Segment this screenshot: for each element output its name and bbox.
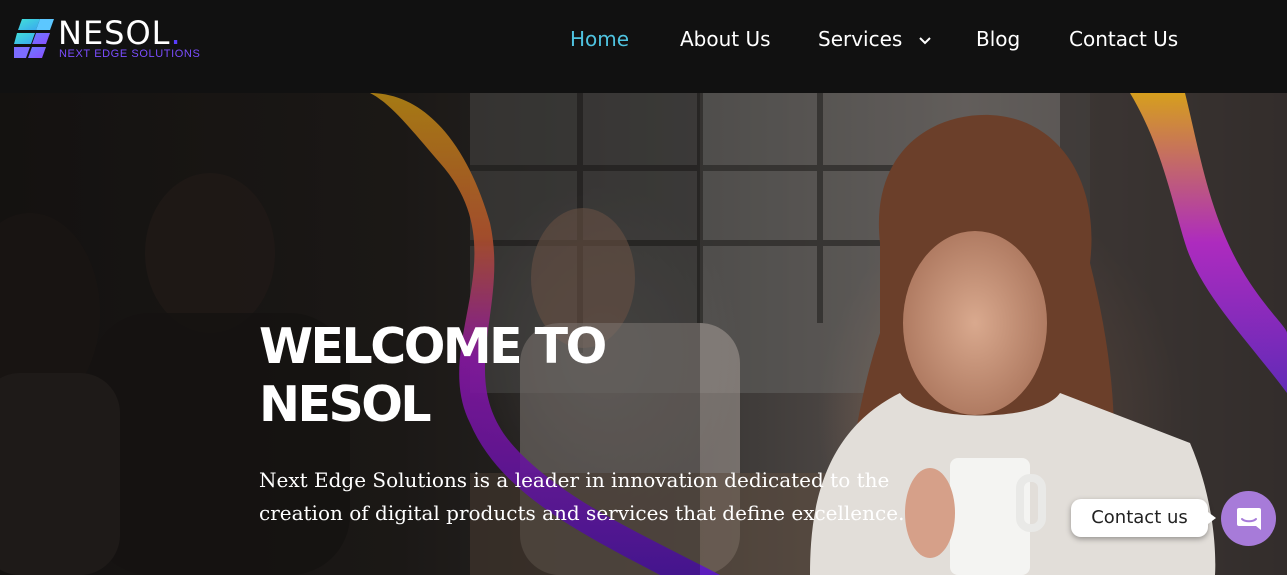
- hero-description: Next Edge Solutions is a leader in innov…: [259, 468, 905, 525]
- nav-item-blog[interactable]: Blog: [976, 27, 1020, 51]
- chevron-down-icon: [918, 36, 931, 44]
- nav-item-home[interactable]: Home: [570, 27, 629, 51]
- nav-item-contact-us[interactable]: Contact Us: [1069, 27, 1178, 51]
- nav-item-about-us[interactable]: About Us: [680, 27, 771, 51]
- chat-launcher-button[interactable]: [1221, 491, 1276, 546]
- brand-name: NESOL.: [58, 14, 182, 52]
- nav-item-services[interactable]: Services: [818, 27, 931, 51]
- brand-logo[interactable]: NESOL. NEXT EDGE SOLUTIONS: [14, 14, 214, 62]
- hero-title-line-2: NESOL: [259, 376, 432, 433]
- nav-item-services-label: Services: [818, 27, 903, 51]
- site-header: NESOL. NEXT EDGE SOLUTIONS Home About Us…: [0, 0, 1287, 93]
- contact-us-chat-bubble[interactable]: Contact us: [1071, 499, 1216, 537]
- hero-title: WELCOME TO NESOL: [259, 318, 679, 434]
- hero-title-line-1: WELCOME TO: [259, 318, 607, 375]
- brand-tagline: NEXT EDGE SOLUTIONS: [59, 48, 201, 60]
- chat-icon: [1237, 508, 1261, 530]
- nesol-logo-mark-icon: [14, 19, 54, 58]
